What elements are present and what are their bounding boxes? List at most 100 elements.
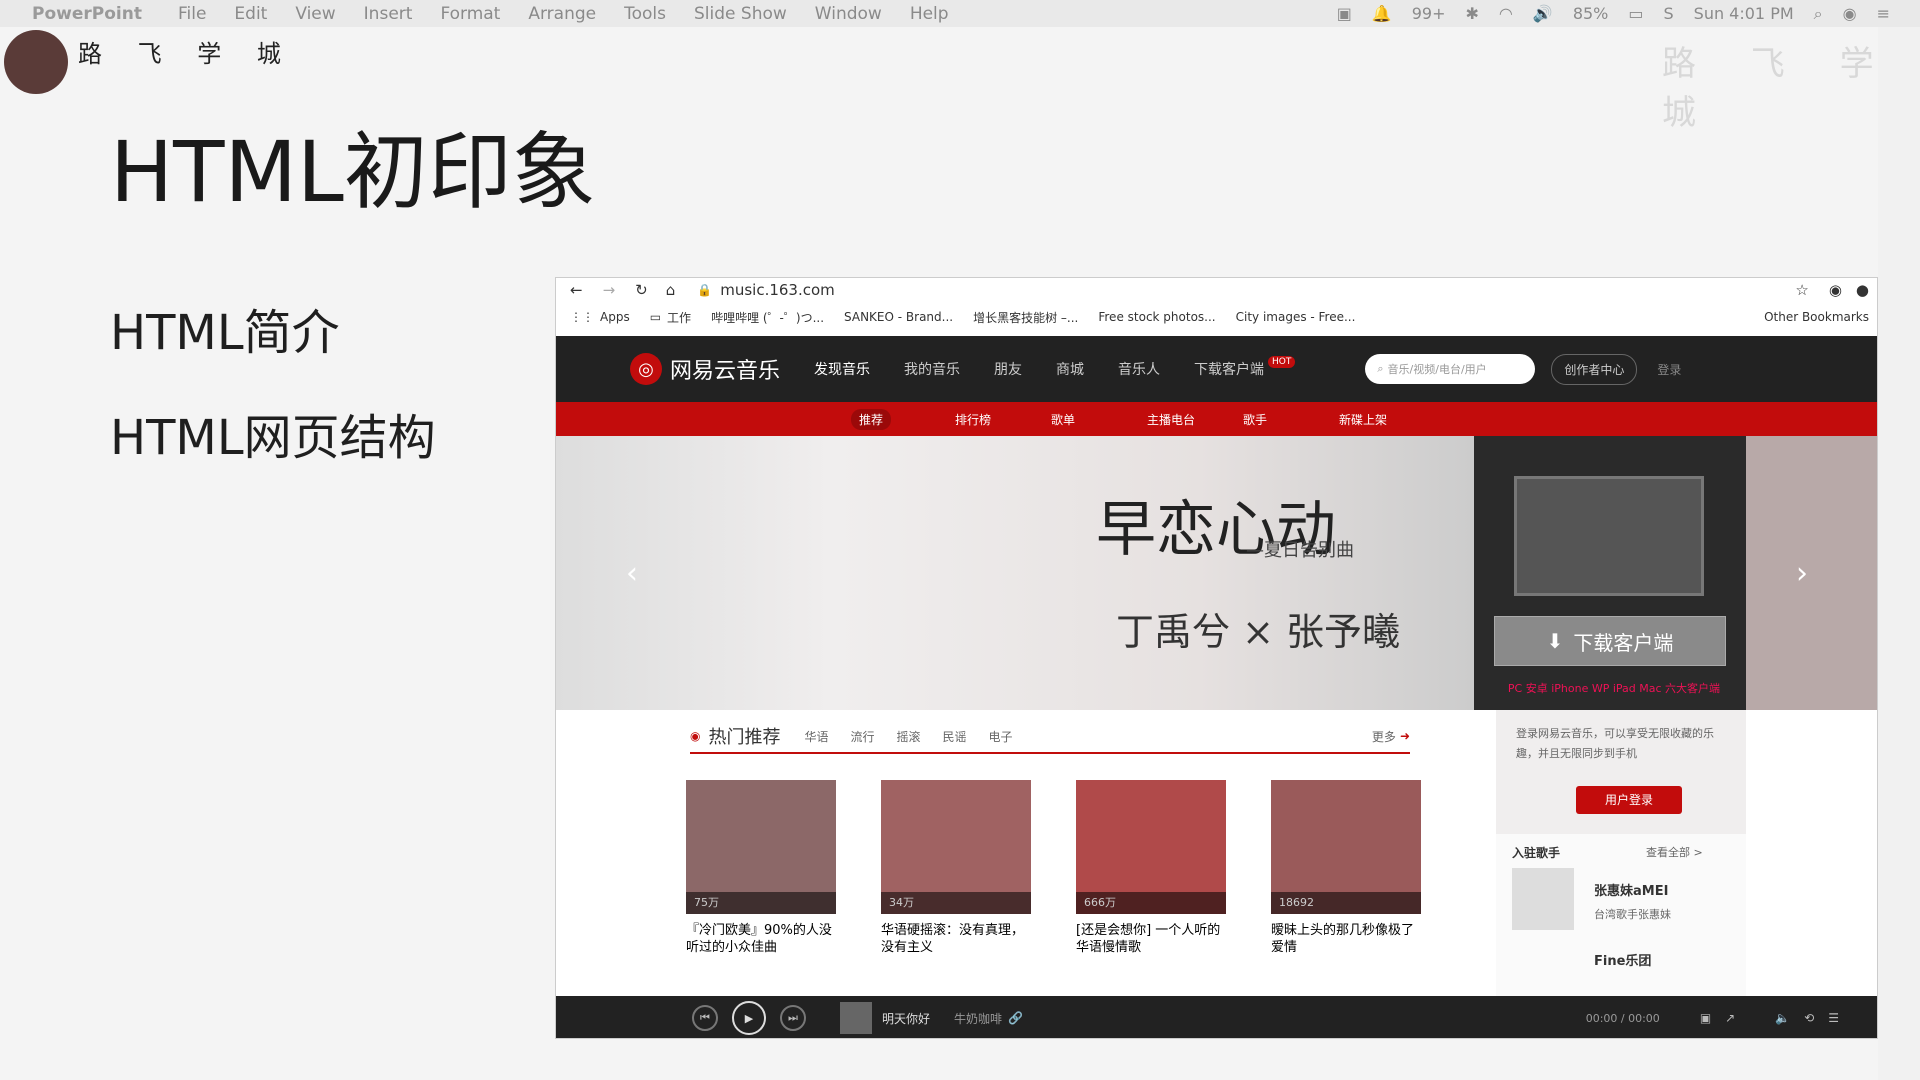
menu-arrange[interactable]: Arrange	[528, 4, 596, 24]
playlist-name[interactable]: 『冷门欧美』90%的人没听过的小众佳曲	[686, 922, 836, 956]
song-title[interactable]: 明天你好	[882, 1010, 930, 1027]
battery-icon[interactable]: ▭	[1628, 4, 1643, 23]
playlist-cover[interactable]: 666万	[1076, 780, 1226, 914]
user-icon[interactable]: ◉	[1843, 4, 1857, 23]
back-icon[interactable]: ←	[570, 281, 583, 299]
menu-insert[interactable]: Insert	[364, 4, 413, 24]
wifi-icon[interactable]: ◠	[1499, 4, 1513, 23]
status-area: ▣ 🔔 99+ ✱ ◠ 🔊 85% ▭ S Sun 4:01 PM ⌕ ◉ ≡	[1337, 0, 1890, 27]
site-login-link[interactable]: 登录	[1657, 361, 1681, 378]
hot-tag-rock[interactable]: 摇滚	[897, 728, 921, 745]
playlist-name[interactable]: [还是会想你] 一个人听的华语慢情歌	[1076, 922, 1226, 956]
control-center-icon[interactable]: ≡	[1877, 4, 1890, 23]
hot-tag-pop[interactable]: 流行	[851, 728, 875, 745]
song-artist[interactable]: 牛奶咖啡	[954, 1010, 1002, 1027]
notification-count: 99+	[1411, 4, 1446, 23]
play-icon[interactable]: ▶	[732, 1001, 766, 1035]
forward-icon[interactable]: →	[603, 281, 616, 299]
url-bar: ← → ↻ ⌂ 🔒 music.163.com ☆ ◉ ●	[556, 278, 1877, 302]
profile-icon[interactable]: ◉	[1829, 281, 1842, 299]
bookmark-apps[interactable]: Apps	[600, 310, 630, 324]
subnav-album[interactable]: 新碟上架	[1339, 411, 1435, 428]
next-icon[interactable]: ⏭	[780, 1005, 806, 1031]
site-logo[interactable]: ◎ 网易云音乐	[630, 353, 780, 385]
bluetooth-icon[interactable]: ✱	[1466, 4, 1479, 23]
nav-store[interactable]: 商城	[1056, 359, 1084, 379]
url-text[interactable]: music.163.com	[720, 281, 835, 299]
singer-avatar[interactable]	[1512, 868, 1574, 930]
banner-next-icon[interactable]: ›	[1796, 556, 1808, 591]
menu-window[interactable]: Window	[815, 4, 882, 24]
clock[interactable]: Sun 4:01 PM	[1694, 4, 1794, 23]
menu-help[interactable]: Help	[910, 4, 949, 24]
playlist-card[interactable]: 666万 [还是会想你] 一个人听的华语慢情歌	[1076, 780, 1226, 956]
singer-name[interactable]: Fine乐团	[1594, 950, 1651, 969]
playlist-cover[interactable]: 75万	[686, 780, 836, 914]
app-menu[interactable]: PowerPoint	[32, 4, 142, 24]
app-status-icon[interactable]: S	[1664, 4, 1674, 23]
bookmark-work[interactable]: 工作	[667, 309, 691, 326]
prev-icon[interactable]: ⏮	[692, 1005, 718, 1031]
search-icon[interactable]: ⌕	[1814, 4, 1823, 24]
subnav-toplist[interactable]: 排行榜	[955, 411, 1051, 428]
nav-my-music[interactable]: 我的音乐	[904, 359, 960, 379]
banner[interactable]: 早恋心动 —夏日告别曲 丁禹兮 × 张予曦 ‹ ⬇ 下载客户端 PC 安卓 iP…	[556, 436, 1877, 710]
menu-slideshow[interactable]: Slide Show	[694, 4, 787, 24]
nav-discover[interactable]: 发现音乐	[814, 359, 870, 379]
hot-tag-electronic[interactable]: 电子	[989, 728, 1013, 745]
nav-friends[interactable]: 朋友	[994, 359, 1022, 379]
menu-view[interactable]: View	[295, 4, 335, 24]
link-icon[interactable]: 🔗	[1008, 1011, 1023, 1025]
bookmark-growth[interactable]: 增长黑客技能树 –...	[973, 309, 1078, 326]
volume-icon[interactable]: 🔊	[1533, 4, 1553, 23]
folder-icon: ▭	[649, 310, 662, 324]
home-icon[interactable]: ⌂	[666, 281, 676, 299]
banner-image[interactable]: 早恋心动 —夏日告别曲 丁禹兮 × 张予曦 ‹	[556, 436, 1474, 710]
nav-download[interactable]: 下载客户端	[1194, 359, 1264, 379]
subnav-recommend[interactable]: 推荐	[851, 408, 892, 430]
subnav-playlist[interactable]: 歌单	[1051, 411, 1147, 428]
view-all-link[interactable]: 查看全部 >	[1646, 844, 1703, 860]
hot-tag-folk[interactable]: 民谣	[943, 728, 967, 745]
picture-in-picture-icon[interactable]: ▣	[1700, 1011, 1711, 1025]
playlist-cover[interactable]: 18692	[1271, 780, 1421, 914]
star-icon[interactable]: ☆	[1795, 281, 1808, 299]
creator-center-button[interactable]: 创作者中心	[1551, 353, 1638, 385]
site-search-input[interactable]: ⌕ 音乐/视频/电台/用户	[1365, 354, 1536, 384]
bookmark-other[interactable]: Other Bookmarks	[1764, 310, 1869, 324]
singer-name[interactable]: 张惠妹aMEI	[1594, 880, 1668, 899]
bookmark-stock-photos[interactable]: Free stock photos...	[1098, 310, 1215, 324]
playlist-card[interactable]: 34万 华语硬摇滚：没有真理，没有主义	[881, 780, 1031, 956]
reload-icon[interactable]: ↻	[635, 281, 648, 299]
device-image	[1514, 476, 1704, 596]
playlist-name[interactable]: 暧昧上头的那几秒像极了爱情	[1271, 922, 1421, 956]
menu-file[interactable]: File	[178, 4, 206, 24]
bookmark-bilibili[interactable]: 哔哩哔哩 (゜-゜)つ...	[711, 309, 824, 326]
bookmark-sankeo[interactable]: SANKEO - Brand...	[844, 310, 953, 324]
nav-musician[interactable]: 音乐人	[1118, 359, 1160, 379]
screen-record-icon[interactable]: ▣	[1337, 4, 1352, 23]
menu-tools[interactable]: Tools	[624, 4, 666, 24]
hot-more-link[interactable]: 更多	[1372, 728, 1396, 745]
download-client-button[interactable]: ⬇ 下载客户端	[1494, 616, 1726, 666]
battery-percent: 85%	[1572, 4, 1609, 23]
hot-tag-chinese[interactable]: 华语	[804, 728, 828, 745]
volume-icon[interactable]: 🔈	[1775, 1011, 1790, 1025]
playlist-icon[interactable]: ☰	[1828, 1011, 1839, 1025]
subnav-artist[interactable]: 歌手	[1243, 411, 1339, 428]
share-icon[interactable]: ↗	[1725, 1011, 1735, 1025]
playlist-card[interactable]: 18692 暧昧上头的那几秒像极了爱情	[1271, 780, 1421, 956]
playlist-cover[interactable]: 34万	[881, 780, 1031, 914]
menu-edit[interactable]: Edit	[234, 4, 267, 24]
menu-format[interactable]: Format	[440, 4, 500, 24]
bookmark-city-images[interactable]: City images - Free...	[1236, 310, 1356, 324]
album-thumb[interactable]	[840, 1002, 872, 1034]
subnav-radio[interactable]: 主播电台	[1147, 411, 1243, 428]
loop-icon[interactable]: ⟲	[1804, 1011, 1814, 1025]
user-login-button[interactable]: 用户登录	[1576, 786, 1682, 814]
banner-prev-icon[interactable]: ‹	[626, 556, 638, 591]
playlist-name[interactable]: 华语硬摇滚：没有真理，没有主义	[881, 922, 1031, 956]
notification-icon[interactable]: 🔔	[1372, 4, 1392, 23]
extension-icon[interactable]: ●	[1856, 281, 1869, 299]
playlist-card[interactable]: 75万 『冷门欧美』90%的人没听过的小众佳曲	[686, 780, 836, 956]
